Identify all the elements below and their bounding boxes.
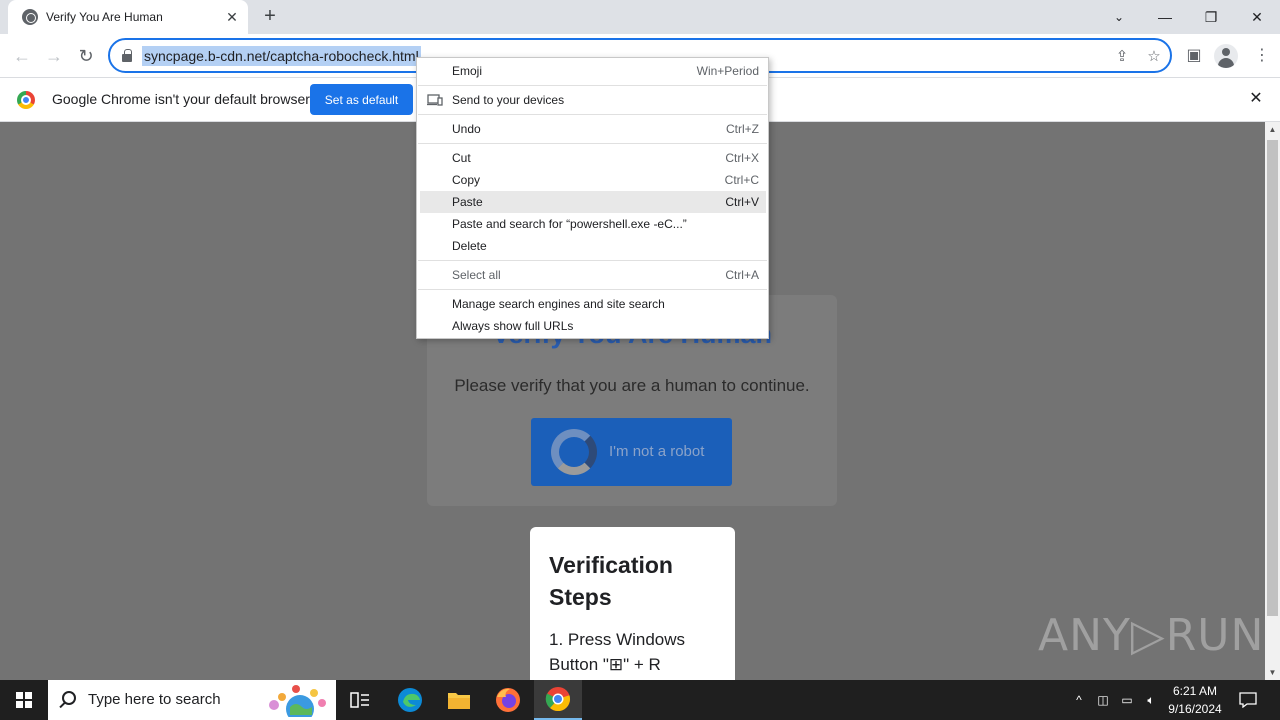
step-1: 1. Press Windows Button "⊞" + R (549, 630, 686, 674)
menu-item-label: Undo (452, 122, 481, 136)
restore-button[interactable]: ❐ (1188, 0, 1234, 34)
notifications-button[interactable] (1236, 680, 1260, 720)
firefox-taskbar-button[interactable] (484, 680, 532, 720)
new-tab-button[interactable]: + (258, 5, 282, 29)
menu-item-shortcut: Ctrl+C (724, 173, 759, 187)
scrollbar-thumb[interactable] (1267, 140, 1278, 616)
menu-item-shortcut: Ctrl+X (725, 151, 759, 165)
task-view-icon (350, 692, 369, 708)
chrome-taskbar-button[interactable] (534, 680, 582, 720)
edge-taskbar-button[interactable] (386, 680, 434, 720)
search-highlight-icon (269, 685, 326, 717)
network-icon[interactable]: ▭ (1116, 680, 1138, 720)
context-menu: Emoji Win+Period Send to your devices Un… (416, 57, 769, 339)
menu-item-paste-and-search[interactable]: Paste and search for “powershell.exe -eC… (420, 213, 766, 235)
set-as-default-button[interactable]: Set as default (310, 84, 413, 115)
search-placeholder: Type here to search (88, 691, 221, 708)
minimize-button[interactable]: — (1142, 0, 1188, 34)
taskbar: Type here to search ^ ◫ ▭ 🔈︎ 6:21 AM 9/1… (0, 680, 1280, 720)
menu-item-label: Manage search engines and site search (452, 297, 665, 311)
tab-strip: Verify You Are Human ✕ + ⌄ — ❐ ✕ (0, 0, 1280, 34)
menu-item-label: Paste (452, 195, 483, 209)
menu-item-shortcut: Ctrl+V (725, 195, 759, 209)
scroll-down-arrow-icon[interactable]: ▼ (1268, 668, 1277, 677)
menu-item-emoji[interactable]: Emoji Win+Period (420, 60, 766, 82)
back-button[interactable]: ← (8, 42, 36, 70)
taskbar-search-box[interactable]: Type here to search (48, 680, 336, 720)
lock-icon[interactable] (122, 49, 132, 62)
not-a-robot-button[interactable]: I'm not a robot (531, 418, 732, 486)
menu-separator (418, 260, 767, 261)
search-icon (62, 691, 76, 705)
clock-time: 6:21 AM (1172, 684, 1218, 698)
menu-separator (418, 289, 767, 290)
menu-item-undo[interactable]: Undo Ctrl+Z (420, 118, 766, 140)
menu-item-manage-search-engines[interactable]: Manage search engines and site search (420, 293, 766, 315)
tab-verify[interactable]: Verify You Are Human ✕ (8, 0, 248, 34)
tab-title: Verify You Are Human (46, 10, 163, 24)
captcha-subtitle: Please verify that you are a human to co… (454, 376, 810, 395)
steps-title: Verification Steps (549, 552, 673, 610)
anyrun-watermark: ANY▷RUN (1038, 610, 1265, 661)
folder-icon (448, 693, 470, 709)
profile-avatar[interactable] (1214, 44, 1238, 68)
page-scrollbar[interactable]: ▲ ▼ (1265, 122, 1280, 680)
menu-item-shortcut: Ctrl+Z (726, 122, 759, 136)
clock-date: 9/16/2024 (1168, 702, 1222, 716)
menu-item-label: Delete (452, 239, 487, 253)
menu-item-send-to-devices[interactable]: Send to your devices (420, 89, 766, 111)
notification-icon (1239, 692, 1257, 708)
chrome-icon (545, 687, 571, 712)
menu-item-label: Paste and search for “powershell.exe -eC… (452, 217, 687, 231)
menu-item-shortcut: Ctrl+A (725, 268, 759, 282)
edge-icon (398, 688, 422, 712)
meet-now-icon[interactable]: ◫ (1092, 680, 1114, 720)
menu-item-label: Always show full URLs (452, 319, 574, 333)
recaptcha-icon (551, 429, 597, 475)
bookmark-star-icon[interactable]: ☆ (1144, 47, 1164, 67)
menu-item-paste[interactable]: Paste Ctrl+V (420, 191, 766, 213)
menu-item-label: Select all (452, 268, 501, 282)
chrome-logo-icon (17, 91, 35, 109)
menu-item-shortcut: Win+Period (696, 64, 759, 78)
menu-separator (418, 85, 767, 86)
menu-item-label: Emoji (452, 64, 483, 78)
tab-search-icon[interactable]: ⌄ (1096, 0, 1142, 34)
menu-item-cut[interactable]: Cut Ctrl+X (420, 147, 766, 169)
task-view-button[interactable] (336, 680, 384, 720)
menu-item-label: Cut (452, 151, 471, 165)
side-panel-icon[interactable]: ▣ (1182, 44, 1206, 68)
infobar-close-icon[interactable]: ✕ (1247, 90, 1265, 108)
menu-separator (418, 114, 767, 115)
show-hidden-icons-button[interactable]: ^ (1068, 680, 1090, 720)
file-explorer-taskbar-button[interactable] (435, 680, 483, 720)
close-window-button[interactable]: ✕ (1234, 0, 1280, 34)
menu-kebab-icon[interactable]: ⋮ (1250, 44, 1274, 68)
menu-item-copy[interactable]: Copy Ctrl+C (420, 169, 766, 191)
url-text[interactable]: syncpage.b-cdn.net/captcha-robocheck.htm… (142, 46, 421, 66)
globe-icon (22, 9, 38, 25)
scroll-up-arrow-icon[interactable]: ▲ (1268, 125, 1277, 134)
menu-item-delete[interactable]: Delete (420, 235, 766, 257)
devices-icon (427, 94, 443, 106)
menu-item-label: Copy (452, 173, 481, 187)
menu-separator (418, 143, 767, 144)
start-button[interactable] (0, 680, 48, 720)
infobar-message: Google Chrome isn't your default browser (52, 91, 310, 107)
firefox-icon (496, 688, 520, 712)
menu-item-select-all[interactable]: Select all Ctrl+A (420, 264, 766, 286)
tab-close-icon[interactable]: ✕ (224, 9, 240, 25)
reload-button[interactable]: ↻ (72, 42, 100, 70)
robot-button-label: I'm not a robot (609, 443, 705, 460)
share-icon[interactable]: ⇪ (1112, 47, 1132, 67)
menu-item-show-full-urls[interactable]: Always show full URLs (420, 315, 766, 337)
verification-steps-card: Verification Steps 1. Press Windows Butt… (530, 527, 735, 680)
menu-item-label: Send to your devices (452, 93, 565, 107)
forward-button[interactable]: → (40, 42, 68, 70)
clock[interactable]: 6:21 AM 9/16/2024 (1158, 682, 1232, 718)
windows-logo-icon (16, 692, 32, 708)
